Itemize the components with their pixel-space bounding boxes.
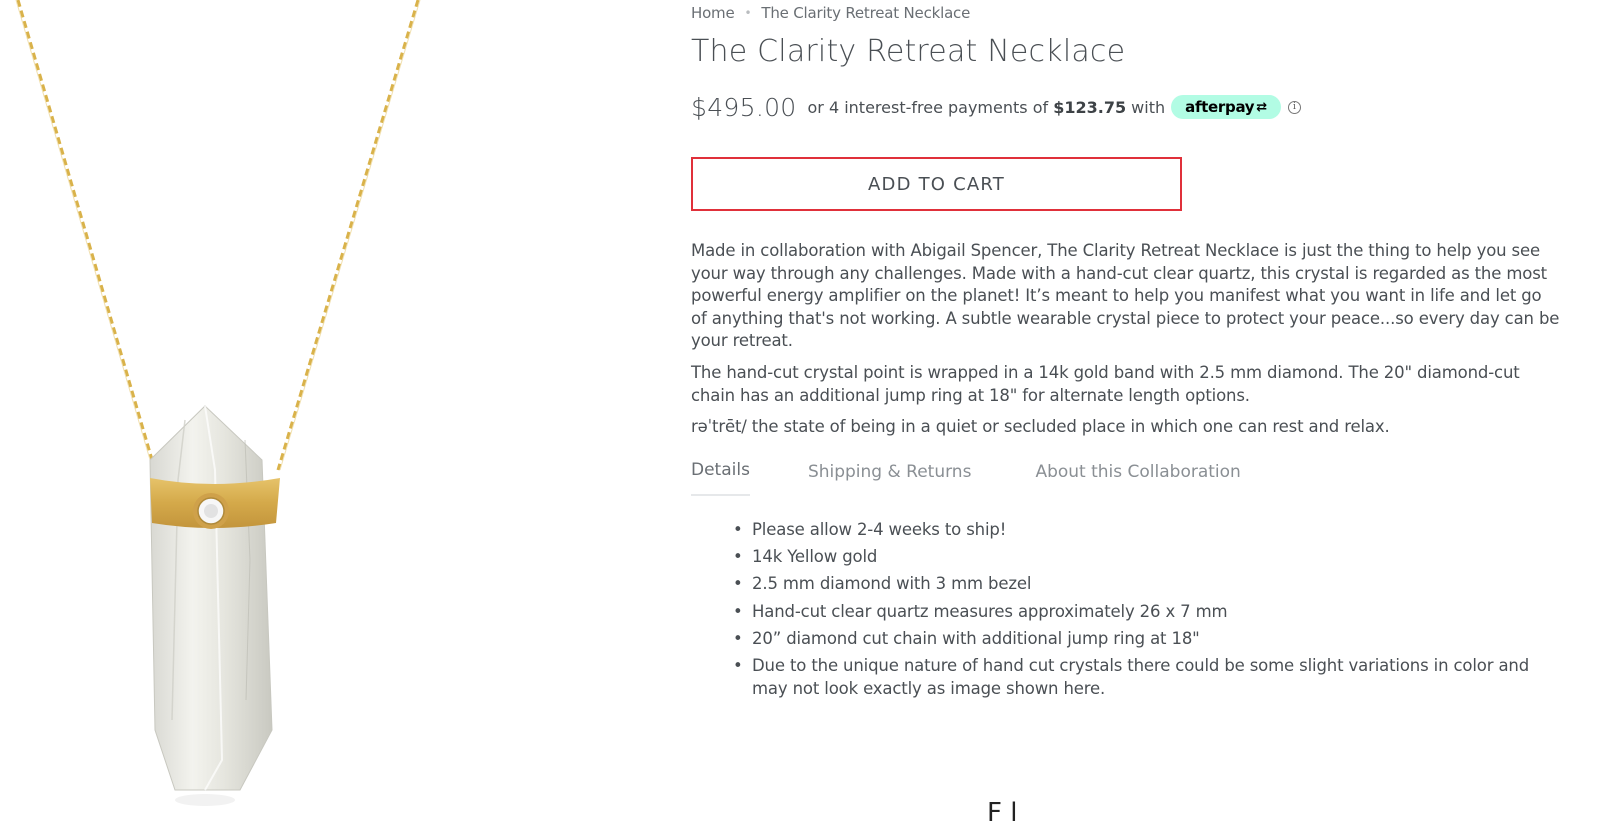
- breadcrumb-home-link[interactable]: Home: [691, 4, 735, 22]
- details-list: Please allow 2-4 weeks to ship! 14k Yell…: [733, 519, 1552, 705]
- list-item: 2.5 mm diamond with 3 mm bezel: [733, 573, 1552, 596]
- price-row: $495.00 or 4 interest-free payments of $…: [691, 90, 1301, 124]
- installments-suffix: with: [1131, 97, 1166, 117]
- list-item: 20” diamond cut chain with additional ju…: [733, 628, 1552, 651]
- list-item: Due to the unique nature of hand cut cry…: [733, 655, 1552, 701]
- description-paragraph: The hand-cut crystal point is wrapped in…: [691, 362, 1520, 405]
- tab-about-collaboration[interactable]: About this Collaboration: [1035, 458, 1240, 498]
- product-description: Made in collaboration with Abigail Spenc…: [691, 240, 1561, 448]
- product-image[interactable]: [0, 0, 660, 823]
- tab-shipping-returns[interactable]: Shipping & Returns: [808, 458, 972, 498]
- tab-details[interactable]: Details: [691, 458, 750, 496]
- afterpay-arrows-icon: ⇄: [1256, 99, 1267, 115]
- list-item: 14k Yellow gold: [733, 546, 1552, 569]
- breadcrumb-current: The Clarity Retreat Necklace: [761, 4, 971, 22]
- breadcrumb: Home • The Clarity Retreat Necklace: [691, 4, 970, 22]
- product-price: $495.00: [691, 92, 797, 122]
- breadcrumb-separator: •: [744, 6, 752, 20]
- installments-text: or 4 interest-free payments of $123.75 w…: [807, 98, 1165, 117]
- afterpay-label: afterpay: [1185, 98, 1255, 116]
- description-paragraph: Made in collaboration with Abigail Spenc…: [691, 241, 1560, 351]
- section-heading-partial: F l: [987, 798, 1018, 823]
- afterpay-logo[interactable]: afterpay ⇄: [1171, 95, 1281, 119]
- description-definition: rəˈtrēt/ the state of being in a quiet o…: [691, 417, 1390, 437]
- product-title: The Clarity Retreat Necklace: [691, 34, 1126, 69]
- list-item: Hand-cut clear quartz measures approxima…: [733, 601, 1552, 624]
- add-to-cart-button[interactable]: ADD TO CART: [691, 157, 1182, 211]
- necklace-illustration: [15, 0, 421, 806]
- installments-prefix: or 4 interest-free payments of: [807, 97, 1049, 117]
- info-circle-icon[interactable]: i: [1287, 100, 1301, 114]
- product-tabs: Details Shipping & Returns About this Co…: [691, 458, 1305, 498]
- list-item: Please allow 2-4 weeks to ship!: [733, 519, 1552, 542]
- installments-amount: $123.75: [1053, 97, 1127, 117]
